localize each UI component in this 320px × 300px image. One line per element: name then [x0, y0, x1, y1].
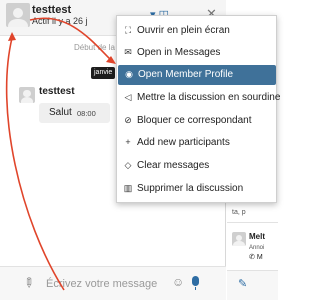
- menu-item-add-participants[interactable]: + Add new participants: [117, 133, 278, 153]
- contact-status: Actif il y a 26 j: [32, 16, 88, 26]
- list-footer: [227, 270, 278, 300]
- phone-icon: ✆: [249, 254, 257, 261]
- user-circle-icon: ◉: [125, 69, 133, 79]
- microphone-icon[interactable]: [192, 276, 199, 290]
- message-time: 08:00: [77, 109, 96, 118]
- fullscreen-icon: ⛶: [124, 25, 132, 35]
- menu-item-label: Mettre la discussion en sourdine: [137, 92, 281, 103]
- compose-icon[interactable]: ✎: [238, 277, 247, 290]
- menu-item-open-in-messages[interactable]: ✉ Open in Messages: [117, 43, 278, 63]
- list-item-name[interactable]: Melt: [249, 232, 265, 241]
- menu-item-label: Clear messages: [137, 160, 210, 171]
- menu-item-mute[interactable]: ◁ Mettre la discussion en sourdine: [117, 88, 281, 108]
- menu-item-label: Ouvrir en plein écran: [137, 25, 230, 36]
- message-text: Salut: [49, 107, 72, 118]
- menu-item-label: Add new participants: [137, 137, 230, 148]
- smiley-icon[interactable]: ☺: [172, 275, 184, 289]
- message-input[interactable]: Écrivez votre message: [46, 278, 157, 290]
- menu-item-fullscreen[interactable]: ⛶ Ouvrir en plein écran: [117, 21, 278, 41]
- day-separator: Début de la: [74, 43, 115, 52]
- add-user-icon: +: [125, 137, 131, 147]
- list-item-phone: ✆ M: [249, 253, 263, 261]
- inbox-icon: ✉: [124, 47, 132, 57]
- menu-item-label: Supprimer la discussion: [137, 183, 244, 194]
- list-item-preview: ta, p: [232, 209, 246, 216]
- block-icon: ⊘: [124, 115, 132, 125]
- message-author: testtest: [39, 86, 75, 97]
- menu-item-clear-messages[interactable]: ◇ Clear messages: [117, 156, 278, 176]
- trash-icon: ▥: [123, 183, 133, 193]
- menu-item-open-member-profile[interactable]: ◉ Open Member Profile: [118, 65, 276, 85]
- clear-icon: ◇: [124, 160, 132, 170]
- menu-item-delete-discussion[interactable]: ▥ Supprimer la discussion: [117, 179, 278, 199]
- list-item-subtitle: Annoi: [249, 245, 265, 251]
- context-menu: ⛶ Ouvrir en plein écran ✉ Open in Messag…: [116, 15, 281, 203]
- menu-item-block[interactable]: ⊘ Bloquer ce correspondant: [117, 111, 278, 131]
- message-author-avatar: [19, 87, 35, 103]
- contact-avatar[interactable]: [6, 3, 30, 27]
- menu-item-label: Open in Messages: [137, 47, 221, 58]
- list-item-avatar[interactable]: [232, 232, 246, 246]
- menu-item-label: Bloquer ce correspondant: [137, 115, 252, 126]
- contact-name[interactable]: testtest: [32, 4, 71, 16]
- list-item-phone-text: M: [256, 254, 263, 261]
- menu-item-label: Open Member Profile: [138, 69, 234, 80]
- mute-icon: ◁: [124, 92, 132, 102]
- divider: [227, 222, 278, 223]
- date-tooltip: janvie: [91, 67, 116, 79]
